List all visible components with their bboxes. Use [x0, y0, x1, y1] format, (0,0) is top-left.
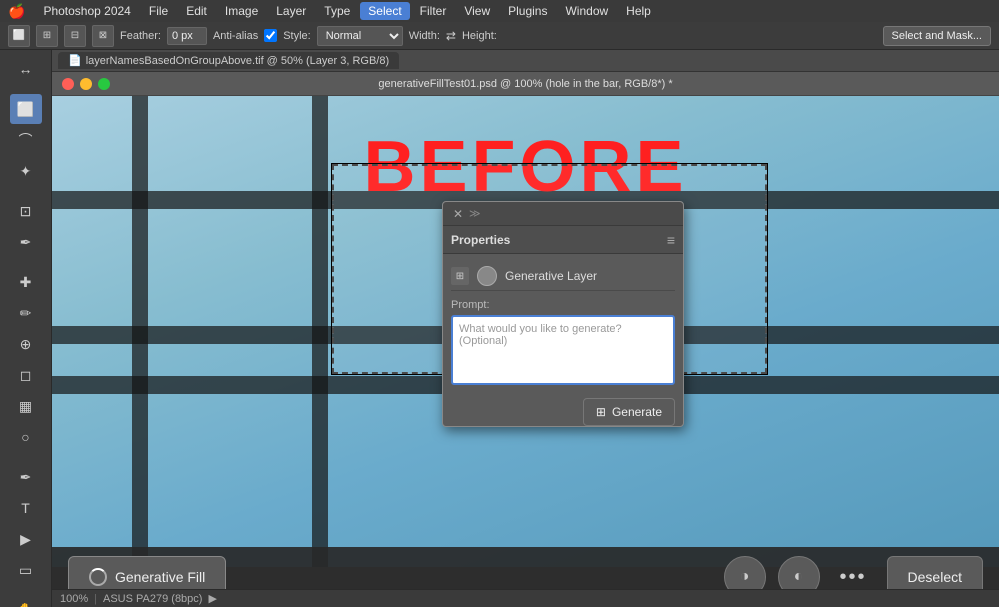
height-label: Height:	[462, 30, 497, 42]
toolbar: ↔ ⬜ ⌒ ✦ ⊡ ✒ ✚ ✏ ⊕ ◻ ▦ ○ ✒ T ▶ ▭	[0, 50, 52, 607]
main-window: generativeFillTest01.psd @ 100% (hole in…	[52, 72, 999, 607]
background-tab[interactable]: 📄 layerNamesBasedOnGroupAbove.tif @ 50% …	[58, 52, 399, 69]
options-bar: ⬜ ⊞ ⊟ ⊠ Feather: Anti-alias Style: Norma…	[0, 22, 999, 50]
menu-bar: 🍎 Photoshop 2024 File Edit Image Layer T…	[0, 0, 999, 22]
toolbar-section-nav: ✋ 🔍	[0, 595, 51, 607]
marquee-tool-btn[interactable]: ⬜	[10, 94, 42, 124]
select-mask-button[interactable]: Select and Mask...	[883, 26, 992, 46]
anti-alias-label: Anti-alias	[213, 30, 258, 42]
panel-close-button[interactable]: ✕	[451, 207, 465, 221]
toolbar-section-move: ↔	[0, 54, 51, 84]
menu-item-file[interactable]: File	[141, 2, 176, 20]
menu-item-filter[interactable]: Filter	[412, 2, 455, 20]
layer-thumbnail-icon	[477, 266, 497, 286]
move-tool-btn[interactable]: ↔	[10, 54, 42, 84]
menu-item-plugins[interactable]: Plugins	[500, 2, 555, 20]
menu-item-image[interactable]: Image	[217, 2, 266, 20]
eyedropper-tool-btn[interactable]: ✒	[10, 227, 42, 257]
generate-icon: ⊞	[596, 405, 606, 419]
dodge-tool-btn[interactable]: ○	[10, 422, 42, 452]
menu-item-window[interactable]: Window	[557, 2, 616, 20]
properties-panel: ✕ ≫ Properties ≡ ⊞ Generative Layer	[442, 201, 684, 427]
feather-input[interactable]	[167, 27, 207, 45]
lasso-tool-btn[interactable]: ⌒	[10, 125, 42, 155]
window-bar-v2	[312, 96, 328, 567]
menu-item-select[interactable]: Select	[360, 2, 409, 20]
style-label: Style:	[283, 30, 311, 42]
main-layout: ↔ ⬜ ⌒ ✦ ⊡ ✒ ✚ ✏ ⊕ ◻ ▦ ○ ✒ T ▶ ▭	[0, 50, 999, 607]
menu-item-photoshop[interactable]: Photoshop 2024	[35, 2, 138, 20]
background-tab-icon: 📄	[68, 54, 82, 67]
intersect-selection-btn[interactable]: ⊠	[92, 25, 114, 47]
panel-header: ✕ ≫	[443, 202, 683, 226]
eraser-tool-btn[interactable]: ◻	[10, 360, 42, 390]
color-profile: ASUS PA279 (8bpc)	[103, 593, 202, 605]
menu-item-edit[interactable]: Edit	[178, 2, 215, 20]
brush-tool-btn[interactable]: ✏	[10, 298, 42, 328]
prompt-textarea[interactable]	[451, 315, 675, 385]
menu-item-help[interactable]: Help	[618, 2, 659, 20]
healing-tool-btn[interactable]: ✚	[10, 267, 42, 297]
minimize-button[interactable]	[80, 78, 92, 90]
window-bar-v1	[132, 96, 148, 567]
type-tool-btn[interactable]: T	[10, 493, 42, 523]
panel-title-bar: Properties ≡	[443, 226, 683, 254]
new-selection-btn[interactable]: ⬜	[8, 25, 30, 47]
anti-alias-checkbox[interactable]	[264, 29, 277, 42]
crop-tool-btn[interactable]: ⊡	[10, 196, 42, 226]
shape-tool-btn[interactable]: ▭	[10, 555, 42, 585]
canvas-viewport[interactable]: BEFORE Generative Fill ◑ ◐ ••• Deselect	[52, 96, 999, 607]
gen-fill-more-button[interactable]: •••	[832, 566, 875, 589]
menu-item-layer[interactable]: Layer	[268, 2, 314, 20]
path-select-tool-btn[interactable]: ▶	[10, 524, 42, 554]
toolbar-section-vector: ✒ T ▶ ▭	[0, 462, 51, 585]
maximize-button[interactable]	[98, 78, 110, 90]
feather-label: Feather:	[120, 30, 161, 42]
generate-button[interactable]: ⊞ Generate	[583, 398, 675, 426]
panel-content: ⊞ Generative Layer Prompt: ⊞ Generate	[443, 254, 683, 398]
loading-spinner-icon	[89, 568, 107, 586]
menu-item-view[interactable]: View	[456, 2, 498, 20]
status-arrow-btn[interactable]: ▶	[208, 592, 216, 605]
layer-type-icon: ⊞	[451, 267, 469, 285]
traffic-lights	[62, 78, 110, 90]
zoom-level: 100%	[60, 593, 88, 605]
add-selection-btn[interactable]: ⊞	[36, 25, 58, 47]
layer-row: ⊞ Generative Layer	[451, 262, 675, 291]
window-title: generativeFillTest01.psd @ 100% (hole in…	[378, 78, 672, 90]
status-bar: 100% | ASUS PA279 (8bpc) ▶	[52, 589, 999, 607]
apple-menu[interactable]: 🍎	[8, 3, 25, 20]
generate-label: Generate	[612, 405, 662, 419]
background-tab-title: layerNamesBasedOnGroupAbove.tif @ 50% (L…	[86, 55, 389, 67]
before-text: BEFORE	[363, 126, 687, 208]
panel-title: Properties	[451, 233, 510, 247]
panel-menu-icon[interactable]: ≡	[667, 232, 675, 248]
swap-dimensions-icon[interactable]: ⇄	[446, 29, 456, 43]
subtract-selection-btn[interactable]: ⊟	[64, 25, 86, 47]
clone-tool-btn[interactable]: ⊕	[10, 329, 42, 359]
width-label: Width:	[409, 30, 440, 42]
toolbar-section-transform: ⊡ ✒	[0, 196, 51, 257]
generative-fill-label: Generative Fill	[115, 569, 205, 585]
pen-tool-btn[interactable]: ✒	[10, 462, 42, 492]
layer-name-label: Generative Layer	[505, 269, 597, 283]
toolbar-section-retouch: ✚ ✏ ⊕ ◻ ▦ ○	[0, 267, 51, 452]
style-select[interactable]: Normal Fixed Ratio Fixed Size	[317, 26, 403, 46]
toolbar-section-select: ⬜ ⌒ ✦	[0, 94, 51, 186]
magic-wand-tool-btn[interactable]: ✦	[10, 156, 42, 186]
canvas-area: 📄 layerNamesBasedOnGroupAbove.tif @ 50% …	[52, 50, 999, 607]
prompt-label: Prompt:	[451, 299, 675, 311]
window-title-bar: generativeFillTest01.psd @ 100% (hole in…	[52, 72, 999, 96]
close-button[interactable]	[62, 78, 74, 90]
menu-item-type[interactable]: Type	[316, 2, 358, 20]
gradient-tool-btn[interactable]: ▦	[10, 391, 42, 421]
hand-tool-btn[interactable]: ✋	[10, 595, 42, 607]
tab-strip: 📄 layerNamesBasedOnGroupAbove.tif @ 50% …	[52, 50, 999, 72]
